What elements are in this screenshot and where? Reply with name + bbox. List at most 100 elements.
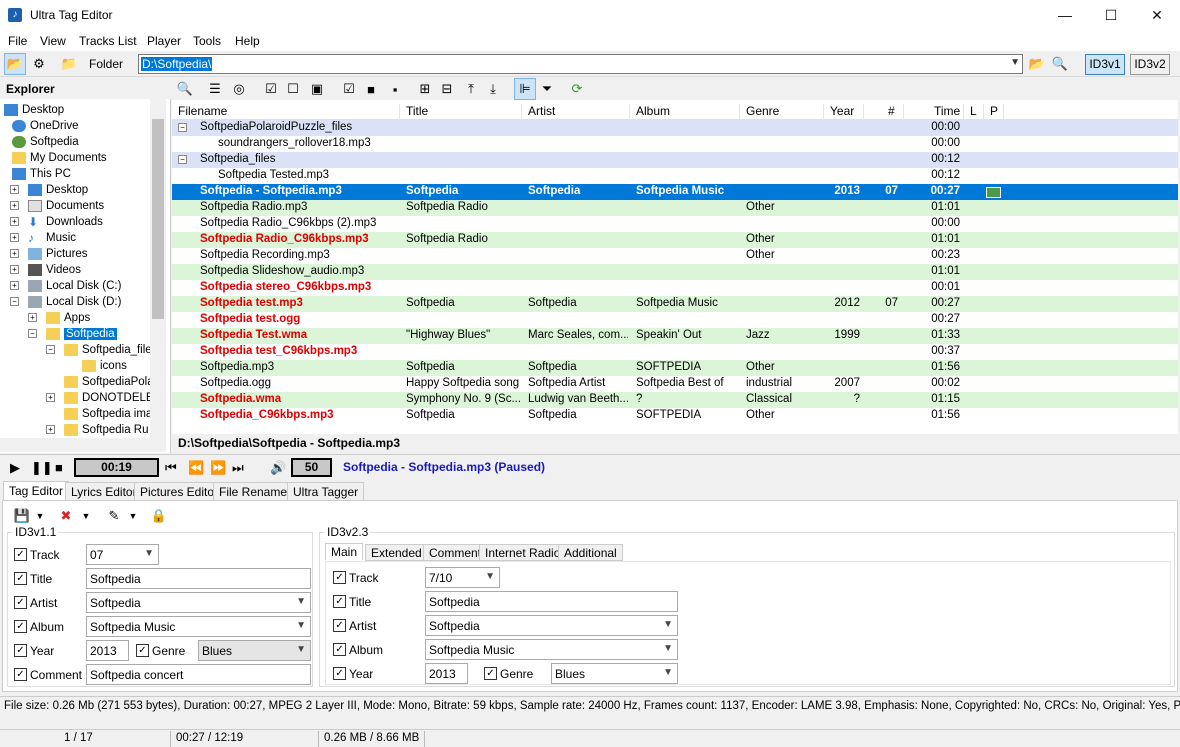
tab-main[interactable]: Main (325, 543, 364, 560)
tab-additional[interactable]: Additional (558, 544, 623, 561)
v2-year-field[interactable]: 2013 (425, 663, 468, 684)
table-row[interactable]: Softpedia.wma Symphony No. 9 (Sc... Ludwig… (172, 392, 1178, 408)
close-button[interactable]: ✕ (1134, 0, 1180, 31)
album-checkbox[interactable]: ✓ (14, 620, 27, 633)
copy-dropdown-icon[interactable]: ▼ (122, 505, 144, 527)
stop-icon[interactable]: ■ (55, 460, 63, 475)
tab-pictures-editor[interactable]: Pictures Editor (134, 482, 225, 501)
open-folder-icon[interactable]: 📂 (4, 53, 26, 75)
menu-help[interactable]: Help (235, 34, 260, 48)
tree-item-pc-desktop[interactable]: + Desktop (10, 182, 88, 198)
chevron-down-icon[interactable]: ▼ (663, 643, 673, 654)
v2-album-checkbox[interactable]: ✓ (333, 643, 346, 656)
play-icon[interactable]: ▶ (10, 460, 20, 476)
select-none-icon[interactable]: ■ (360, 78, 382, 100)
next-track-icon[interactable]: ⏭ (232, 460, 244, 476)
title-field[interactable]: Softpedia (86, 568, 311, 589)
expand-icon[interactable]: + (46, 393, 55, 402)
tab-lyrics-editor[interactable]: Lyrics Editor (65, 482, 143, 501)
tree-item-local-disk-c[interactable]: + Local Disk (C:) (10, 278, 121, 294)
volume-display[interactable]: 50 (291, 458, 332, 477)
table-row[interactable]: Softpedia Test.wma "Highway Blues" Marc Se… (172, 328, 1178, 344)
minimize-button[interactable]: — (1042, 0, 1088, 31)
v2-year-checkbox[interactable]: ✓ (333, 667, 346, 680)
expand-icon[interactable]: + (10, 185, 19, 194)
v2-artist-checkbox[interactable]: ✓ (333, 619, 346, 632)
collapse-icon[interactable]: − (178, 123, 187, 132)
tree-item-softpedia-ima[interactable]: Softpedia ima (64, 406, 152, 422)
table-row[interactable]: Softpedia Radio_C96kbps (2).mp3 00:00 (172, 216, 1178, 232)
genre-select[interactable]: Blues ▼ (198, 640, 311, 661)
v2-genre-select[interactable]: Blues ▼ (551, 663, 678, 684)
comment-checkbox[interactable]: ✓ (14, 668, 27, 681)
add-folder-icon[interactable]: ⊞ (414, 78, 436, 100)
v2-album-select[interactable]: Softpedia Music ▼ (425, 639, 678, 660)
chevron-down-icon[interactable]: ▼ (296, 644, 306, 655)
v2-genre-checkbox[interactable]: ✓ (484, 667, 497, 680)
table-row[interactable]: Softpedia test_C96kbps.mp3 00:37 (172, 344, 1178, 360)
id3v1-toggle-button[interactable]: ID3v1 (1085, 54, 1125, 75)
tree-item-music[interactable]: + ♪ Music (10, 230, 76, 246)
artist-select[interactable]: Softpedia ▼ (86, 592, 311, 613)
tree-item-this-pc[interactable]: This PC (12, 166, 71, 182)
uncheck-all-icon[interactable]: ☐ (282, 78, 304, 100)
explorer-vertical-scrollbar[interactable] (150, 99, 166, 439)
column-header-genre[interactable]: Genre (740, 104, 824, 120)
expand-icon[interactable]: + (28, 313, 37, 322)
table-row[interactable]: Softpedia Radio.mp3 Softpedia Radio Other 0… (172, 200, 1178, 216)
move-down-icon[interactable]: ⤓ (482, 78, 504, 100)
column-header-time[interactable]: Time (904, 104, 964, 120)
select-all-icon[interactable]: ☑ (338, 78, 360, 100)
reload-icon[interactable]: ⟳ (566, 78, 588, 100)
year-field[interactable]: 2013 (86, 640, 129, 661)
tab-extended[interactable]: Extended (365, 544, 428, 561)
collapse-icon[interactable]: − (178, 155, 187, 164)
table-row[interactable]: Softpedia Tested.mp3 00:12 (172, 168, 1178, 184)
album-select[interactable]: Softpedia Music ▼ (86, 616, 311, 637)
artist-checkbox[interactable]: ✓ (14, 596, 27, 609)
tree-item-donotdele[interactable]: + DONOTDELE (46, 390, 154, 406)
maximize-button[interactable]: ☐ (1088, 0, 1134, 31)
table-row[interactable]: Softpedia Recording.mp3 Other 00:23 (172, 248, 1178, 264)
save-dropdown-icon[interactable]: ▼ (29, 505, 51, 527)
comment-field[interactable]: Softpedia concert (86, 664, 311, 685)
fast-forward-icon[interactable]: ⏩ (210, 460, 226, 476)
collapse-icon[interactable]: − (10, 297, 19, 306)
chevron-down-icon[interactable]: ▼ (663, 619, 673, 630)
expand-icon[interactable]: + (10, 249, 19, 258)
rewind-icon[interactable]: ⏪ (188, 460, 204, 476)
chevron-down-icon[interactable]: ▼ (144, 548, 154, 559)
column-header-artist[interactable]: Artist (522, 104, 630, 120)
menu-tracks-list[interactable]: Tracks List (79, 34, 137, 48)
track-checkbox[interactable]: ✓ (14, 548, 27, 561)
list-numbered-icon[interactable]: ☰ (204, 78, 226, 100)
browse-folder-icon[interactable]: 📂 (1026, 53, 1048, 75)
expand-icon[interactable]: + (46, 425, 55, 434)
track-select[interactable]: 07 ▼ (86, 544, 159, 565)
chevron-down-icon[interactable]: ▼ (663, 667, 673, 678)
select-invert-icon[interactable]: ▪ (384, 78, 406, 100)
check-all-icon[interactable]: ☑ (260, 78, 282, 100)
tree-item-downloads[interactable]: + ⬇ Downloads (10, 214, 103, 230)
tree-view-icon[interactable]: ⊫ (514, 78, 536, 100)
move-up-icon[interactable]: ⤒ (460, 78, 482, 100)
chevron-down-icon[interactable]: ▼ (296, 620, 306, 631)
remove-dropdown-icon[interactable]: ▼ (75, 505, 97, 527)
collapse-icon[interactable]: − (46, 345, 55, 354)
tree-item-my-documents[interactable]: My Documents (12, 150, 107, 166)
tree-item-user[interactable]: Softpedia (12, 134, 79, 150)
title-checkbox[interactable]: ✓ (14, 572, 27, 585)
v2-track-checkbox[interactable]: ✓ (333, 571, 346, 584)
search-folder-icon[interactable]: 🔍 (1049, 53, 1071, 75)
previous-track-icon[interactable]: ⏮ (165, 460, 177, 476)
expand-icon[interactable]: + (10, 201, 19, 210)
tree-item-softpedia-ru[interactable]: + Softpedia Ru (46, 422, 149, 438)
web-lookup-icon[interactable]: ◎ (228, 78, 250, 100)
search-icon[interactable]: 🔍 (174, 78, 196, 100)
column-header-year[interactable]: Year (824, 104, 864, 120)
column-header-picture[interactable]: P (984, 104, 1004, 120)
table-row[interactable]: Softpedia test.mp3 Softpedia Softpedia Soft… (172, 296, 1178, 312)
menu-player[interactable]: Player (147, 34, 181, 48)
tab-ultra-tagger[interactable]: Ultra Tagger (287, 482, 365, 501)
column-header-number[interactable]: # (864, 104, 904, 120)
